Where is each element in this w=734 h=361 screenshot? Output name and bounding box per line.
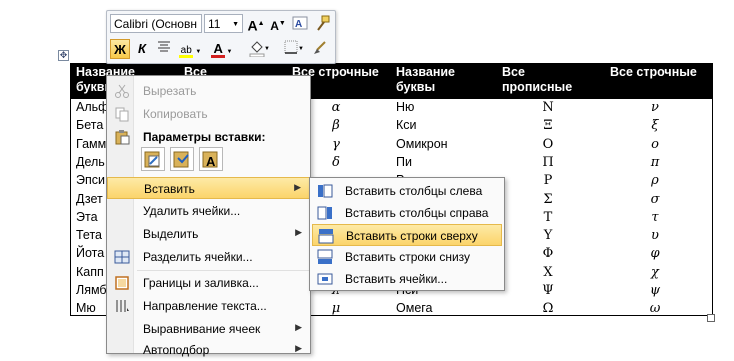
- menu-item-select[interactable]: Выделить ▶: [107, 223, 310, 245]
- chevron-down-icon: ▼: [195, 49, 202, 55]
- menu-item-cell-align-label: Выравнивание ячеек: [143, 322, 261, 336]
- font-size-value: 11: [208, 17, 221, 31]
- menu-item-paste-options: Параметры вставки:: [107, 126, 310, 148]
- paste-text-only-button[interactable]: A: [199, 147, 223, 171]
- submenu-arrow-icon: ▶: [294, 182, 301, 192]
- menu-item-cut[interactable]: Вырезать: [107, 80, 310, 102]
- brush-icon: [314, 41, 326, 54]
- styles-icon: A: [292, 16, 308, 30]
- menu-item-cell-align[interactable]: Выравнивание ячеек ▶: [107, 318, 310, 340]
- submenu-item-cols-left[interactable]: Вставить столбцы слева: [312, 180, 502, 202]
- menu-item-insert[interactable]: Вставить ▶: [107, 177, 310, 199]
- menu-item-delete-cells[interactable]: Удалить ячейки...: [107, 200, 310, 222]
- submenu-arrow-icon: ▶: [295, 227, 302, 237]
- align-center-icon: [158, 41, 170, 52]
- menu-item-copy[interactable]: Копировать: [107, 103, 310, 125]
- clipboard-icon: [115, 130, 130, 145]
- menu-item-borders[interactable]: Границы и заливка...: [107, 272, 310, 294]
- styles-button[interactable]: A: [290, 14, 310, 34]
- shading-button[interactable]: ▼: [242, 39, 272, 59]
- format-painter-icon: [317, 15, 330, 31]
- submenu-item-cells[interactable]: Вставить ячейки...: [312, 268, 502, 290]
- table-resize-handle[interactable]: [707, 314, 715, 322]
- svg-text:A: A: [206, 154, 216, 169]
- menu-item-cut-label: Вырезать: [143, 84, 197, 98]
- borders-button[interactable]: ▼: [276, 39, 306, 59]
- table-move-handle[interactable]: ✥: [58, 50, 69, 61]
- svg-text:A: A: [295, 19, 302, 30]
- submenu-cells-label: Вставить ячейки...: [345, 272, 448, 286]
- center-align-button[interactable]: [154, 39, 174, 59]
- split-cells-icon: [114, 250, 130, 264]
- format-painter-button[interactable]: [312, 14, 332, 34]
- menu-item-autofit-label: Автоподбор: [143, 343, 210, 357]
- menu-item-text-direction-label: Направление текста...: [143, 299, 267, 313]
- font-size-dropdown[interactable]: 11 ▼: [204, 14, 243, 33]
- submenu-item-cols-right[interactable]: Вставить столбцы справа: [312, 202, 502, 224]
- paste-keep-formatting-button[interactable]: [141, 147, 165, 171]
- submenu-arrow-icon: ▶: [295, 343, 302, 353]
- shrink-font-button[interactable]: A▼: [268, 14, 288, 34]
- paste-merge-formatting-button[interactable]: [170, 147, 194, 171]
- submenu-item-rows-above[interactable]: Вставить строки сверху: [312, 224, 502, 246]
- brush-button[interactable]: [310, 39, 330, 59]
- menu-item-delete-cells-label: Удалить ячейки...: [143, 204, 241, 218]
- insert-rows-above-icon: [318, 229, 334, 244]
- menu-item-insert-label: Вставить: [144, 182, 195, 196]
- paste-keep-formatting-icon: [144, 151, 160, 168]
- insert-columns-left-icon: [318, 184, 333, 198]
- insert-submenu: Вставить столбцы слева Вставить столбцы …: [309, 177, 505, 291]
- paste-merge-icon: [173, 151, 189, 168]
- chevron-down-icon: ▼: [226, 49, 233, 55]
- insert-rows-below-icon: [317, 249, 333, 264]
- chevron-down-icon: ▼: [264, 46, 270, 52]
- menu-item-text-direction[interactable]: Направление текста...: [107, 295, 310, 317]
- borders-shading-icon: [115, 276, 129, 290]
- chevron-down-icon: ▼: [298, 46, 304, 52]
- font-name-value: Calibri (Основн: [114, 17, 197, 31]
- font-color-swatch: [211, 55, 225, 58]
- bold-button[interactable]: Ж: [110, 39, 130, 59]
- menu-item-split-cells-label: Разделить ячейки...: [143, 250, 253, 264]
- chevron-down-icon: ▼: [232, 21, 239, 28]
- context-menu: Вырезать Копировать Параметры вставки: A: [106, 75, 311, 357]
- scissors-icon: [115, 84, 129, 98]
- submenu-rows-below-label: Вставить строки снизу: [345, 250, 471, 264]
- insert-columns-right-icon: [317, 206, 332, 220]
- menu-item-copy-label: Копировать: [143, 107, 208, 121]
- copy-icon: [115, 107, 129, 122]
- mini-toolbar: Calibri (Основн 11 ▼ A▲ A▼ A Ж К ab ▼ A …: [106, 10, 336, 64]
- submenu-cols-left-label: Вставить столбцы слева: [345, 184, 483, 198]
- submenu-rows-above-label: Вставить строки сверху: [346, 229, 478, 243]
- insert-cells-icon: [317, 273, 333, 285]
- menu-item-select-label: Выделить: [143, 227, 199, 241]
- menu-separator: [137, 270, 309, 271]
- text-direction-icon: [116, 300, 129, 312]
- paste-options-label: Параметры вставки:: [143, 130, 266, 144]
- menu-item-split-cells[interactable]: Разделить ячейки...: [107, 246, 310, 268]
- borders-icon: [284, 40, 298, 54]
- italic-button[interactable]: К: [132, 39, 152, 59]
- paste-text-only-icon: A: [202, 151, 218, 169]
- menu-item-autofit[interactable]: Автоподбор ▶: [107, 339, 310, 361]
- grow-font-button[interactable]: A▲: [246, 14, 266, 34]
- submenu-cols-right-label: Вставить столбцы справа: [345, 206, 489, 220]
- submenu-arrow-icon: ▶: [295, 322, 302, 332]
- highlight-color-button[interactable]: ab ▼: [176, 39, 206, 59]
- font-name-dropdown[interactable]: Calibri (Основн: [110, 14, 202, 33]
- highlight-color-swatch: [179, 55, 193, 58]
- submenu-item-rows-below[interactable]: Вставить строки снизу: [312, 246, 502, 268]
- font-color-button[interactable]: A ▼: [208, 39, 238, 59]
- menu-item-borders-label: Границы и заливка...: [143, 276, 259, 290]
